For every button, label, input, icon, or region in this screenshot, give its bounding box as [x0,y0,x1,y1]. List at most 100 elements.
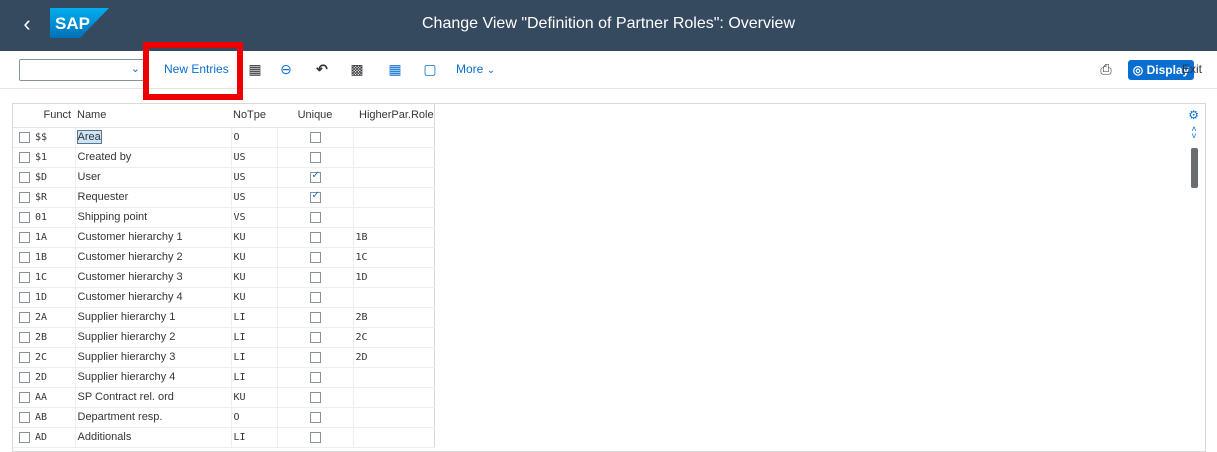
delete-icon[interactable]: ⊖ [277,60,295,78]
table-row[interactable]: $1 Created by US [13,147,435,168]
cell-name[interactable]: Additionals [74,427,231,448]
checkbox[interactable] [19,211,30,223]
exit-button[interactable]: Exit [1182,62,1202,76]
variant-dropdown[interactable]: ⌄ [19,59,147,81]
cell-name[interactable]: Customer hierarchy 3 [74,267,231,288]
cell-notpe[interactable]: LI [230,307,277,328]
row-select-checkbox[interactable] [13,287,33,308]
cell-unique[interactable] [276,427,353,448]
checkbox[interactable] [19,391,30,403]
row-select-checkbox[interactable] [13,207,33,228]
cell-unique[interactable] [276,407,353,428]
cell-name[interactable]: Shipping point [74,207,231,228]
checkbox[interactable] [19,191,30,203]
deselect-all-icon[interactable]: ▢ [421,60,439,78]
table-row[interactable]: 2C Supplier hierarchy 3 LI 2D [13,347,435,368]
row-select-checkbox[interactable] [13,327,33,348]
row-select-checkbox[interactable] [13,427,33,448]
select-all-column[interactable] [13,104,33,128]
checkbox[interactable] [19,331,30,343]
cell-notpe[interactable]: KU [230,247,277,268]
table-row[interactable]: 1B Customer hierarchy 2 KU 1C [13,247,435,268]
cell-notpe[interactable]: LI [230,367,277,388]
unique-checkbox[interactable] [309,411,321,423]
print-icon[interactable]: ⎙ [1097,60,1115,78]
cell-higher-par-role[interactable] [352,187,435,208]
undo-icon[interactable]: ↶ [313,60,331,78]
cell-name[interactable]: Requester [74,187,231,208]
checkbox[interactable] [19,431,30,443]
unique-checkbox[interactable] [309,431,321,443]
cell-unique[interactable] [276,327,353,348]
cell-notpe[interactable]: LI [230,347,277,368]
cell-unique[interactable] [276,207,353,228]
cell-higher-par-role[interactable] [352,387,435,408]
unique-checkbox[interactable] [309,151,321,163]
vertical-scrollbar[interactable]: ˄ ˅ [1189,125,1199,446]
table-row[interactable]: $D User US [13,167,435,188]
cell-unique[interactable] [276,147,353,168]
cell-name[interactable]: Customer hierarchy 1 [74,227,231,248]
checkbox[interactable] [19,171,30,183]
table-row[interactable]: $$ Area O [13,127,435,148]
row-select-checkbox[interactable] [13,407,33,428]
cell-unique[interactable] [276,347,353,368]
checkbox[interactable] [19,351,30,363]
unique-checkbox[interactable] [309,271,321,283]
table-row[interactable]: 1C Customer hierarchy 3 KU 1D [13,267,435,288]
cell-notpe[interactable]: US [230,167,277,188]
cell-notpe[interactable]: KU [230,287,277,308]
cell-unique[interactable] [276,127,353,148]
column-header-name[interactable]: Name [75,104,231,128]
cell-notpe[interactable]: KU [230,227,277,248]
cell-higher-par-role[interactable] [352,287,435,308]
scroll-thumb[interactable] [1191,148,1198,188]
cell-higher-par-role[interactable]: 1C [352,247,435,268]
cell-unique[interactable] [276,267,353,288]
column-header-unique[interactable]: Unique [277,104,353,128]
cell-unique[interactable] [276,387,353,408]
cell-higher-par-role[interactable] [352,127,435,148]
cell-higher-par-role[interactable]: 1D [352,267,435,288]
checkbox[interactable] [19,271,30,283]
unique-checkbox[interactable] [309,190,321,203]
row-select-checkbox[interactable] [13,367,33,388]
cell-notpe[interactable]: KU [230,267,277,288]
row-select-checkbox[interactable] [13,387,33,408]
cell-notpe[interactable]: O [230,127,277,148]
cell-higher-par-role[interactable]: 1B [352,227,435,248]
unique-checkbox[interactable] [309,211,321,223]
row-select-checkbox[interactable] [13,167,33,188]
unique-checkbox[interactable] [309,251,321,263]
row-select-checkbox[interactable] [13,307,33,328]
cell-higher-par-role[interactable]: 2B [352,307,435,328]
table-row[interactable]: 2D Supplier hierarchy 4 LI [13,367,435,388]
row-select-checkbox[interactable] [13,247,33,268]
cell-name[interactable]: Area [74,127,231,148]
cell-name[interactable]: Supplier hierarchy 4 [74,367,231,388]
cell-name[interactable]: SP Contract rel. ord [74,387,231,408]
column-header-higher-par-role[interactable]: HigherPar.Role [353,104,435,128]
table-row[interactable]: AD Additionals LI [13,427,435,448]
cell-unique[interactable] [276,187,353,208]
table-row[interactable]: AB Department resp. O [13,407,435,428]
cell-notpe[interactable]: VS [230,207,277,228]
unique-checkbox[interactable] [309,371,321,383]
checkbox[interactable] [19,311,30,323]
cell-higher-par-role[interactable] [352,207,435,228]
row-select-checkbox[interactable] [13,267,33,288]
cell-name[interactable]: Supplier hierarchy 3 [74,347,231,368]
cell-name[interactable]: Department resp. [74,407,231,428]
row-select-checkbox[interactable] [13,347,33,368]
unique-checkbox[interactable] [309,391,321,403]
cell-higher-par-role[interactable] [352,147,435,168]
checkbox[interactable] [19,411,30,423]
select-block-icon[interactable]: ▦ [386,60,404,78]
table-row[interactable]: $R Requester US [13,187,435,208]
cell-unique[interactable] [276,247,353,268]
cell-higher-par-role[interactable]: 2C [352,327,435,348]
unique-checkbox[interactable] [309,331,321,343]
select-all-icon[interactable]: ▩ [348,60,366,78]
unique-checkbox[interactable] [309,311,321,323]
cell-notpe[interactable]: US [230,147,277,168]
